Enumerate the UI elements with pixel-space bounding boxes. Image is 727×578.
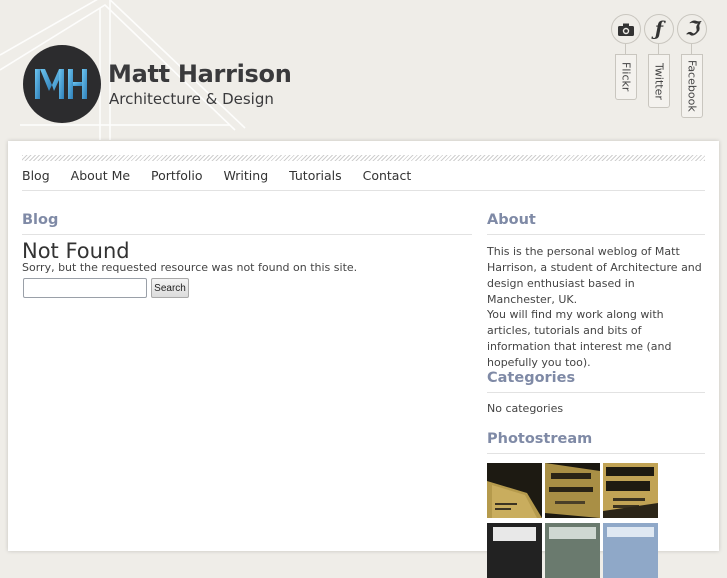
photostream-title: Photostream xyxy=(487,431,705,454)
content-panel: Blog About Me Portfolio Writing Tutorial… xyxy=(8,141,719,578)
nav-item-tutorials[interactable]: Tutorials xyxy=(289,168,341,190)
page-title: Not Found xyxy=(22,239,130,263)
blog-section-title: Blog xyxy=(22,212,472,235)
social-flickr[interactable]: Flickr xyxy=(611,14,643,100)
photo-thumbnail[interactable] xyxy=(603,463,658,518)
nav-item-contact[interactable]: Contact xyxy=(363,168,412,190)
about-text: This is the personal weblog of Matt Harr… xyxy=(487,245,702,306)
facebook-icon: ℑ xyxy=(677,14,707,44)
photo-thumbnail[interactable] xyxy=(603,523,658,578)
site-logo[interactable] xyxy=(23,45,101,123)
nav-item-about-me[interactable]: About Me xyxy=(71,168,130,190)
camera-icon xyxy=(611,14,641,44)
categories-title: Categories xyxy=(487,370,705,393)
twitter-icon: ƒ xyxy=(644,14,674,44)
site-tagline: Architecture & Design xyxy=(109,90,274,108)
search-input[interactable] xyxy=(23,278,147,298)
social-facebook[interactable]: ℑ Facebook xyxy=(677,14,709,118)
photo-thumbnail[interactable] xyxy=(545,463,600,518)
social-label: Twitter xyxy=(648,54,670,108)
nav-item-writing[interactable]: Writing xyxy=(223,168,268,190)
categories-empty-text: No categories xyxy=(487,402,564,415)
nav-item-portfolio[interactable]: Portfolio xyxy=(151,168,202,190)
photo-thumbnail[interactable] xyxy=(487,523,542,578)
social-label: Flickr xyxy=(615,54,637,100)
decorative-stripe xyxy=(22,155,705,161)
nav-item-blog[interactable]: Blog xyxy=(22,168,50,190)
site-title[interactable]: Matt Harrison xyxy=(108,60,292,88)
social-label: Facebook xyxy=(681,54,703,118)
not-found-message: Sorry, but the requested resource was no… xyxy=(22,261,358,274)
about-text-2: You will find my work along with article… xyxy=(487,308,672,369)
about-title: About xyxy=(487,212,705,235)
main-nav: Blog About Me Portfolio Writing Tutorial… xyxy=(22,168,705,191)
photo-thumbnail[interactable] xyxy=(545,523,600,578)
search-button[interactable]: Search xyxy=(151,278,189,298)
social-twitter[interactable]: ƒ Twitter xyxy=(644,14,676,108)
photo-thumbnail[interactable] xyxy=(487,463,542,518)
mh-monogram-icon xyxy=(35,69,87,99)
